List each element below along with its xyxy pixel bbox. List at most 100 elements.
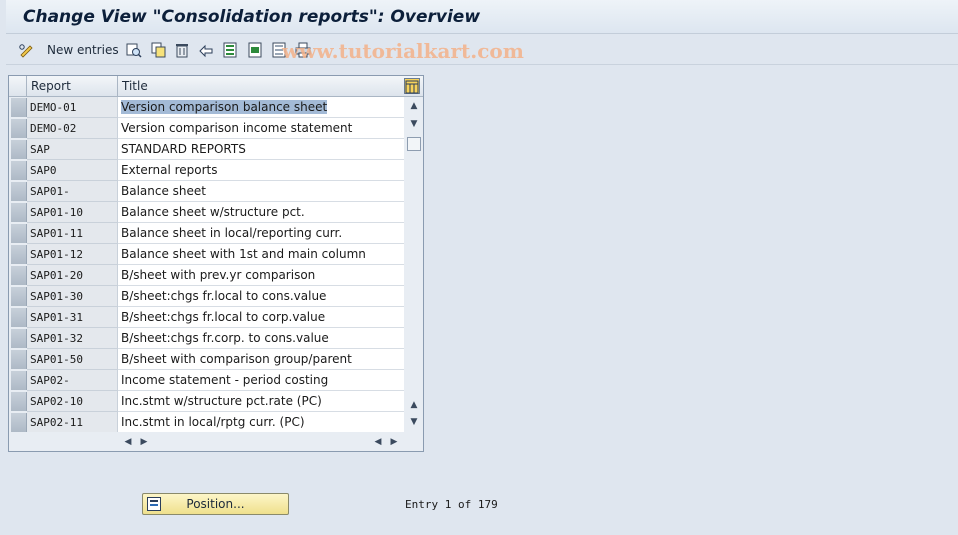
title-cell[interactable]: B/sheet with comparison group/parent xyxy=(118,349,404,370)
row-selector[interactable] xyxy=(11,203,27,222)
row-selector[interactable] xyxy=(11,266,27,285)
page-down-icon[interactable]: ▼ xyxy=(407,416,421,428)
report-cell[interactable]: SAP xyxy=(27,139,118,160)
report-cell[interactable]: SAP02-10 xyxy=(27,391,118,412)
select-block-button[interactable] xyxy=(247,40,263,60)
new-entries-label: New entries xyxy=(47,43,119,57)
row-selector[interactable] xyxy=(11,350,27,369)
undo-change-button[interactable] xyxy=(198,40,214,60)
scroll-down-icon[interactable]: ▼ xyxy=(407,118,421,130)
title-cell[interactable]: Income statement - period costing xyxy=(118,370,404,391)
watermark: www.tutorialkart.com xyxy=(282,39,524,63)
row-selector[interactable] xyxy=(11,140,27,159)
table-row[interactable]: SAP STANDARD REPORTS xyxy=(9,139,404,160)
title-cell[interactable]: STANDARD REPORTS xyxy=(118,139,404,160)
title-scroll-right-icon[interactable]: ▶ xyxy=(387,436,401,448)
title-cell[interactable]: Version comparison income statement xyxy=(118,118,404,139)
report-cell[interactable]: SAP01-31 xyxy=(27,307,118,328)
delete-button[interactable] xyxy=(174,40,190,60)
title-cell[interactable]: External reports xyxy=(118,160,404,181)
pencil-glasses-icon xyxy=(19,44,33,58)
title-text: Balance sheet in local/reporting curr. xyxy=(121,226,343,240)
table-row[interactable]: SAP01-30 B/sheet:chgs fr.local to cons.va… xyxy=(9,286,404,307)
table-row[interactable]: SAP01-50 B/sheet with comparison group/pa… xyxy=(9,349,404,370)
copy-button[interactable] xyxy=(151,40,167,60)
table-row[interactable]: SAP01-12 Balance sheet with 1st and main … xyxy=(9,244,404,265)
column-header-title[interactable]: Title xyxy=(118,76,404,96)
row-selector[interactable] xyxy=(11,308,27,327)
report-cell[interactable]: SAP01- xyxy=(27,181,118,202)
row-selector[interactable] xyxy=(11,287,27,306)
row-selector[interactable] xyxy=(11,182,27,201)
table-row[interactable]: SAP02- Income statement - period costing xyxy=(9,370,404,391)
title-cell[interactable]: Balance sheet in local/reporting curr. xyxy=(118,223,404,244)
report-cell[interactable]: SAP02- xyxy=(27,370,118,391)
title-cell[interactable]: Inc.stmt in local/rptg curr. (PC) xyxy=(118,412,404,433)
delete-icon xyxy=(176,44,188,58)
row-selector[interactable] xyxy=(11,245,27,264)
table-header: Report Title xyxy=(9,76,423,97)
report-cell[interactable]: SAP01-11 xyxy=(27,223,118,244)
table-row[interactable]: SAP01-11 Balance sheet in local/reporting… xyxy=(9,223,404,244)
title-cell[interactable]: Balance sheet with 1st and main column xyxy=(118,244,404,265)
scroll-right-icon[interactable]: ▶ xyxy=(137,436,151,448)
table-row[interactable]: SAP02-10 Inc.stmt w/structure pct.rate (P… xyxy=(9,391,404,412)
horizontal-scrollbar[interactable]: ◀ ▶ ◀ ▶ xyxy=(9,432,423,451)
table-row[interactable]: SAP01- Balance sheet xyxy=(9,181,404,202)
table-row[interactable]: SAP0 External reports xyxy=(9,160,404,181)
row-selector[interactable] xyxy=(11,161,27,180)
title-text: B/sheet:chgs fr.corp. to cons.value xyxy=(121,331,329,345)
scroll-up-icon[interactable]: ▲ xyxy=(407,100,421,112)
table-settings-icon[interactable] xyxy=(404,78,420,94)
position-button-label: Position... xyxy=(186,497,245,511)
scroll-thumb[interactable] xyxy=(407,137,421,151)
title-cell[interactable]: Balance sheet xyxy=(118,181,404,202)
details-button[interactable] xyxy=(126,40,142,60)
title-cell[interactable]: B/sheet:chgs fr.corp. to cons.value xyxy=(118,328,404,349)
table-row[interactable]: SAP02-11 Inc.stmt in local/rptg curr. (PC… xyxy=(9,412,404,433)
report-cell[interactable]: SAP01-10 xyxy=(27,202,118,223)
report-cell[interactable]: DEMO-01 xyxy=(27,97,118,118)
select-all-button[interactable] xyxy=(222,40,238,60)
title-cell[interactable]: B/sheet:chgs fr.local to cons.value xyxy=(118,286,404,307)
row-selector[interactable] xyxy=(11,224,27,243)
row-selector[interactable] xyxy=(11,119,27,138)
row-selector[interactable] xyxy=(11,371,27,390)
vertical-scrollbar[interactable]: ▲ ▼ ▲ ▼ xyxy=(405,97,423,432)
title-text: Version comparison income statement xyxy=(121,121,353,135)
position-button[interactable]: Position... xyxy=(142,493,289,515)
select-all-rows-cell[interactable] xyxy=(9,76,27,96)
display-change-button[interactable] xyxy=(18,40,34,60)
page-up-icon[interactable]: ▲ xyxy=(407,399,421,411)
table-row[interactable]: DEMO-01 Version comparison balance sheet xyxy=(9,97,404,118)
scroll-left-icon[interactable]: ◀ xyxy=(121,436,135,448)
report-cell[interactable]: SAP01-30 xyxy=(27,286,118,307)
title-text: Balance sheet with 1st and main column xyxy=(121,247,366,261)
title-scroll-left-icon[interactable]: ◀ xyxy=(371,436,385,448)
row-selector[interactable] xyxy=(11,98,27,117)
row-selector[interactable] xyxy=(11,329,27,348)
table-row[interactable]: SAP01-10 Balance sheet w/structure pct. xyxy=(9,202,404,223)
title-text: Income statement - period costing xyxy=(121,373,329,387)
new-entries-button[interactable]: New entries xyxy=(47,40,119,60)
title-cell[interactable]: B/sheet:chgs fr.local to corp.value xyxy=(118,307,404,328)
report-cell[interactable]: SAP01-20 xyxy=(27,265,118,286)
title-cell[interactable]: Inc.stmt w/structure pct.rate (PC) xyxy=(118,391,404,412)
title-cell[interactable]: B/sheet with prev.yr comparison xyxy=(118,265,404,286)
row-selector[interactable] xyxy=(11,392,27,411)
column-header-report[interactable]: Report xyxy=(27,76,118,96)
report-cell[interactable]: SAP01-12 xyxy=(27,244,118,265)
table-control: Report Title DEMO-01 Version comparison b… xyxy=(8,75,424,452)
report-cell[interactable]: SAP01-32 xyxy=(27,328,118,349)
report-cell[interactable]: SAP02-11 xyxy=(27,412,118,433)
title-cell[interactable]: Balance sheet w/structure pct. xyxy=(118,202,404,223)
title-cell[interactable]: Version comparison balance sheet xyxy=(118,97,404,118)
table-row[interactable]: SAP01-20 B/sheet with prev.yr comparison xyxy=(9,265,404,286)
table-row[interactable]: SAP01-32 B/sheet:chgs fr.corp. to cons.va… xyxy=(9,328,404,349)
report-cell[interactable]: SAP01-50 xyxy=(27,349,118,370)
report-cell[interactable]: SAP0 xyxy=(27,160,118,181)
table-row[interactable]: DEMO-02 Version comparison income stateme… xyxy=(9,118,404,139)
row-selector[interactable] xyxy=(11,413,27,432)
table-row[interactable]: SAP01-31 B/sheet:chgs fr.local to corp.va… xyxy=(9,307,404,328)
report-cell[interactable]: DEMO-02 xyxy=(27,118,118,139)
